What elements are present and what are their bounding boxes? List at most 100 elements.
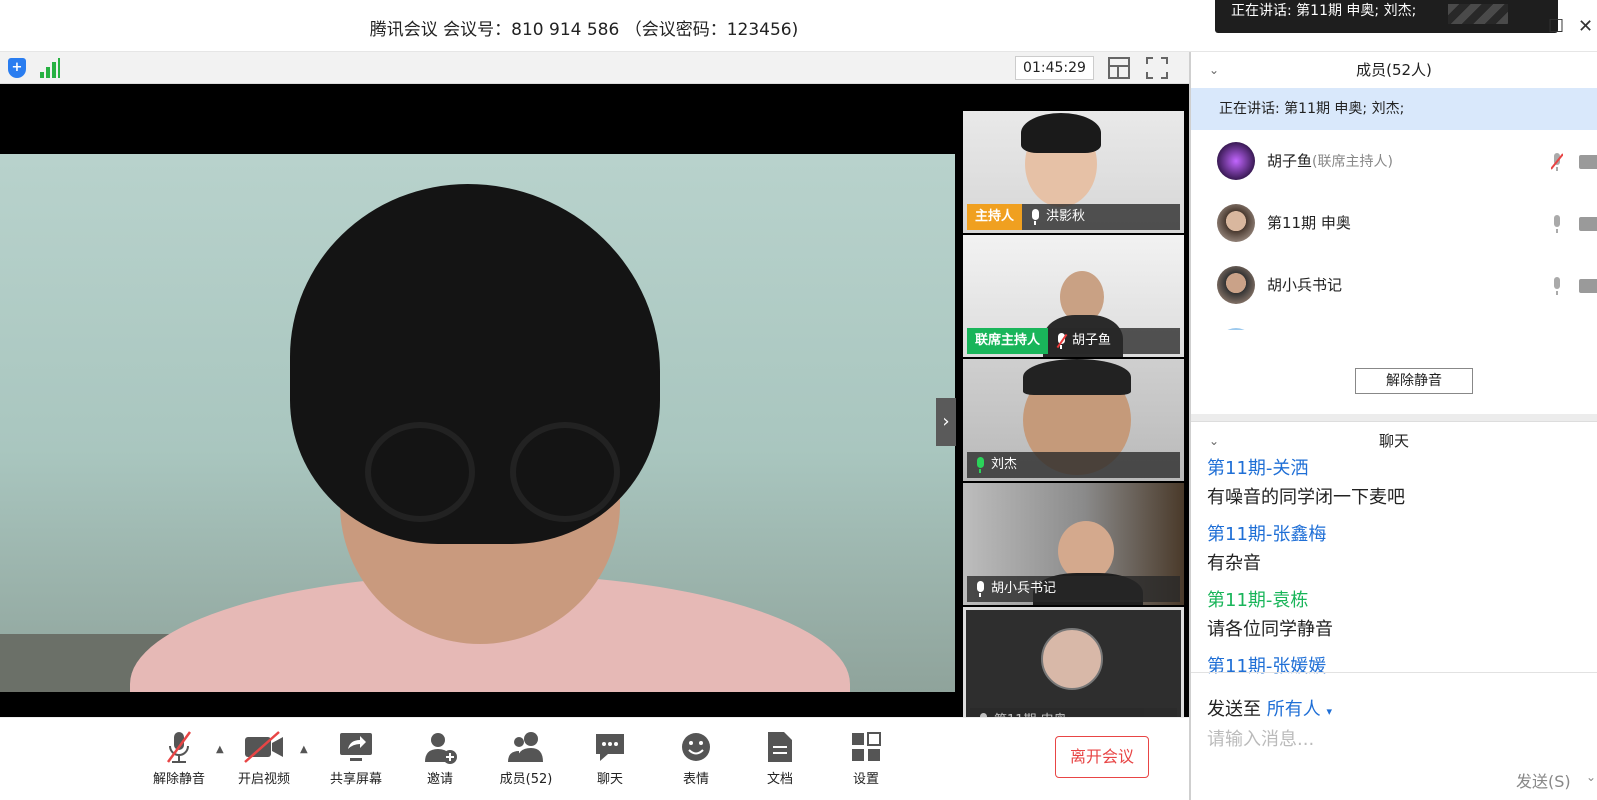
camera-icon[interactable] [1579, 217, 1597, 231]
security-shield-icon[interactable]: + [8, 58, 26, 78]
thumbnail-collapse-arrow[interactable]: › [936, 398, 956, 446]
members-panel-title: 成员(52人) [1356, 61, 1432, 79]
speaking-now-row: 正在讲话: 第11期 申奥; 刘杰; [1191, 88, 1597, 130]
fullscreen-icon[interactable] [1146, 57, 1168, 79]
maximize-button[interactable]: ☐ [1548, 16, 1564, 37]
video-toolbar: + 01:45:29 [0, 52, 1189, 84]
smiley-icon [680, 730, 712, 764]
chat-label: 聊天 [596, 772, 623, 787]
send-to-row: 发送至 所有人 ▾ [1207, 695, 1332, 721]
add-user-icon [422, 730, 458, 764]
member-row[interactable]: 第11期 申奥 [1191, 192, 1597, 254]
participant-thumbnails: 主持人 洪影秋 联席主持人 胡子鱼 刘杰 胡小兵书记 [963, 111, 1184, 731]
video-area: › 主持人 洪影秋 联席主持人 胡子鱼 刘杰 胡小兵书记 [0, 84, 1189, 729]
participant-name: 胡小兵书记 [991, 581, 1057, 596]
chat-sender[interactable]: 第11期-袁栋 [1207, 588, 1597, 614]
invite-label: 邀请 [426, 772, 453, 787]
thumbnail-host[interactable]: 主持人 洪影秋 [963, 111, 1184, 233]
speaking-toast: 正在讲话: 第11期 申奥; 刘杰; [1215, 0, 1558, 33]
document-icon [766, 730, 794, 764]
member-row-partial[interactable] [1191, 316, 1597, 330]
collapse-chevron-icon[interactable]: ⌄ [1209, 52, 1219, 88]
share-screen-label: 共享屏幕 [329, 772, 382, 787]
thumbnail-cohost[interactable]: 联席主持人 胡子鱼 [963, 235, 1184, 357]
share-screen-button[interactable]: 共享屏幕 [316, 730, 396, 787]
participant-name: 洪影秋 [1046, 209, 1086, 224]
member-row[interactable]: 胡子鱼(联席主持人) [1191, 130, 1597, 192]
docs-label: 文档 [766, 772, 793, 787]
meeting-timer: 01:45:29 [1015, 56, 1094, 80]
thumbnail-participant-selected[interactable]: 第11期 申奥 [963, 607, 1184, 729]
members-panel-header[interactable]: ⌄ 成员(52人) [1191, 52, 1597, 88]
chat-sender[interactable]: 第11期-张媛媛 [1207, 654, 1597, 680]
host-badge: 主持人 [967, 204, 1023, 230]
cohost-badge: 联席主持人 [967, 328, 1049, 354]
collapse-chevron-icon[interactable]: ⌄ [1209, 423, 1219, 459]
audio-options-caret[interactable]: ▲ [216, 744, 224, 755]
start-video-label: 开启视频 [237, 772, 290, 787]
chat-panel-header[interactable]: ⌄ 聊天 [1191, 423, 1597, 459]
unmute-all-button[interactable]: 解除静音 [1355, 368, 1473, 394]
chat-message: 第11期-关洒 有噪音的同学闭一下麦吧 [1207, 456, 1597, 514]
mic-muted-icon [164, 730, 194, 764]
grid-settings-icon [850, 730, 882, 764]
send-options-chevron-icon[interactable]: ⌄ [1586, 770, 1596, 784]
send-to-label: 发送至 [1207, 699, 1261, 720]
main-speaker-video[interactable] [0, 154, 955, 692]
thumbnail-nameplate: 主持人 洪影秋 [967, 204, 1180, 230]
member-name: 胡小兵书记 [1267, 276, 1343, 294]
video-off-icon [243, 730, 285, 764]
member-role-tag: (联席主持人) [1312, 154, 1393, 170]
mic-muted-icon [1056, 333, 1068, 349]
avatar [1217, 204, 1255, 242]
leave-meeting-button[interactable]: 离开会议 [1055, 736, 1149, 778]
member-row[interactable]: 胡小兵书记 [1191, 254, 1597, 316]
thumbnail-nameplate: 胡小兵书记 [967, 576, 1180, 602]
blurred-avatars [1448, 4, 1508, 24]
title-bar: 腾讯会议 会议号：810 914 586 （会议密码：123456) 正在讲话:… [0, 0, 1597, 52]
signal-strength-icon[interactable] [40, 58, 60, 78]
panel-separator[interactable] [1191, 414, 1597, 422]
close-button[interactable]: ✕ [1578, 16, 1593, 37]
chat-icon [594, 730, 626, 764]
thumbnail-participant[interactable]: 刘杰 [963, 359, 1184, 481]
emoji-button[interactable]: 表情 [656, 730, 736, 787]
settings-button[interactable]: 设置 [826, 730, 906, 787]
unmute-button[interactable]: 解除静音 [139, 730, 219, 787]
members-button[interactable]: 成员(52) [486, 730, 566, 787]
mic-icon[interactable] [1551, 276, 1563, 296]
avatar [1217, 328, 1255, 330]
start-video-button[interactable]: 开启视频 [224, 730, 304, 787]
chat-text: 请各位同学静音 [1207, 619, 1333, 640]
control-bar: 解除静音 ▲ 开启视频 ▲ 共享屏幕 邀请 成员(52) 聊天 表情 文档 设置… [0, 717, 1189, 800]
mic-muted-icon[interactable] [1551, 152, 1563, 172]
chat-sender[interactable]: 第11期-关洒 [1207, 456, 1597, 482]
invite-button[interactable]: 邀请 [400, 730, 480, 787]
chat-message: 第11期-袁栋 请各位同学静音 [1207, 588, 1597, 646]
chat-button[interactable]: 聊天 [570, 730, 650, 787]
thumbnail-participant[interactable]: 胡小兵书记 [963, 483, 1184, 605]
camera-icon[interactable] [1579, 279, 1597, 293]
thumbnail-nameplate: 联席主持人 胡子鱼 [967, 328, 1180, 354]
send-to-caret-icon[interactable]: ▾ [1326, 705, 1332, 718]
chat-message-input[interactable] [1207, 722, 1587, 756]
chat-message: 第11期-张媛媛 [1207, 654, 1597, 680]
member-name: 胡子鱼 [1267, 152, 1313, 170]
mic-icon [1030, 209, 1040, 225]
mic-icon[interactable] [1551, 214, 1563, 234]
participant-name: 刘杰 [991, 457, 1018, 472]
send-button[interactable]: 发送(S) [1516, 768, 1571, 792]
chat-sender[interactable]: 第11期-张鑫梅 [1207, 522, 1597, 548]
layout-toggle-icon[interactable] [1108, 57, 1130, 79]
send-to-selector[interactable]: 所有人 [1267, 699, 1321, 720]
avatar [1217, 142, 1255, 180]
members-icon [507, 730, 545, 764]
unmute-label: 解除静音 [152, 772, 205, 787]
side-panel: ⌄ 成员(52人) 正在讲话: 第11期 申奥; 刘杰; 胡子鱼(联席主持人) … [1189, 52, 1597, 800]
video-options-caret[interactable]: ▲ [300, 744, 308, 755]
mic-speaking-icon [975, 457, 985, 473]
docs-button[interactable]: 文档 [740, 730, 820, 787]
chat-message-list[interactable]: 第11期-关洒 有噪音的同学闭一下麦吧 第11期-张鑫梅 有杂音 第11期-袁栋… [1191, 456, 1597, 684]
member-name: 第11期 申奥 [1267, 214, 1351, 232]
camera-icon[interactable] [1579, 155, 1597, 169]
